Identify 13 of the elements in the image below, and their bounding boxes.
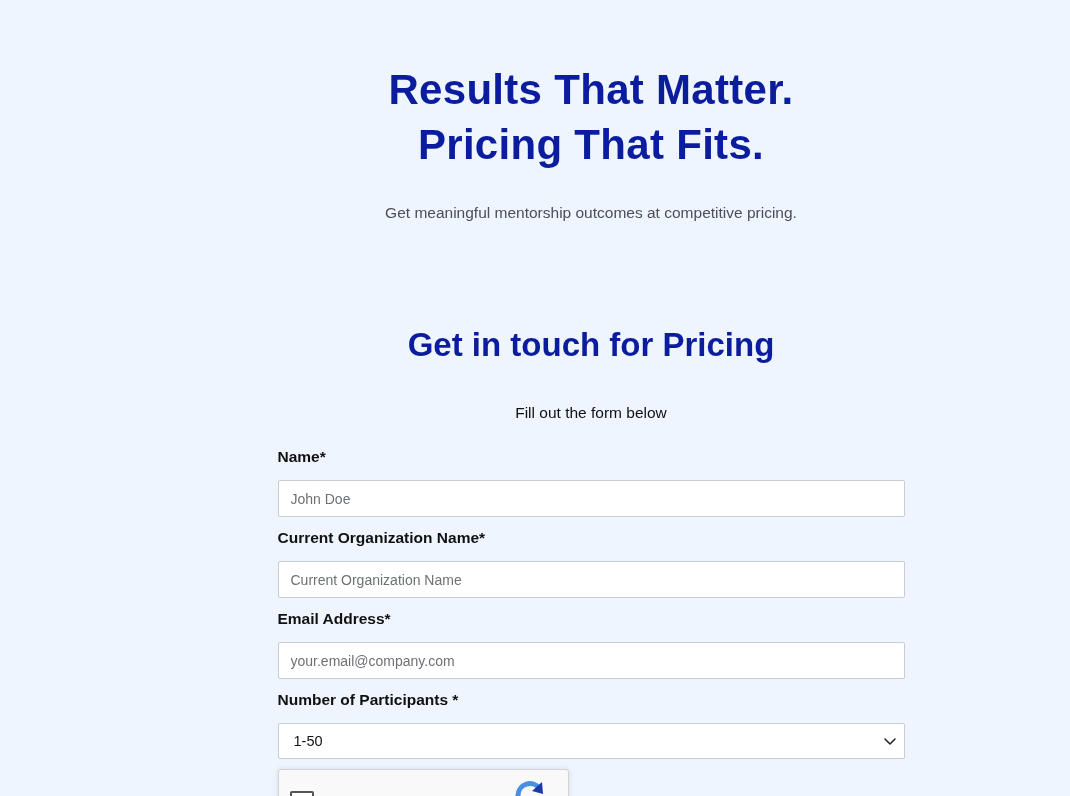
hero-title: Results That Matter. Pricing That Fits. bbox=[388, 65, 794, 170]
field-label: Name* bbox=[277, 447, 326, 467]
input-field[interactable]: John Doe bbox=[277, 480, 905, 517]
field-label: Email Address* bbox=[277, 609, 391, 629]
field-label: Number of Participants * bbox=[277, 690, 459, 710]
form-intro: Fill out the form below bbox=[515, 403, 667, 423]
input-field[interactable]: your.email@company.com bbox=[277, 642, 905, 679]
chevron-down-icon bbox=[883, 737, 896, 745]
section-title: Get in touch for Pricing bbox=[407, 325, 775, 365]
hero-subtitle: Get meaningful mentorship outcomes at competitive pricing. bbox=[385, 203, 797, 223]
input-field[interactable]: Current Organization Name bbox=[277, 561, 905, 598]
field-label: Current Organization Name* bbox=[277, 528, 486, 548]
select-field[interactable]: 1-50 bbox=[277, 723, 905, 759]
